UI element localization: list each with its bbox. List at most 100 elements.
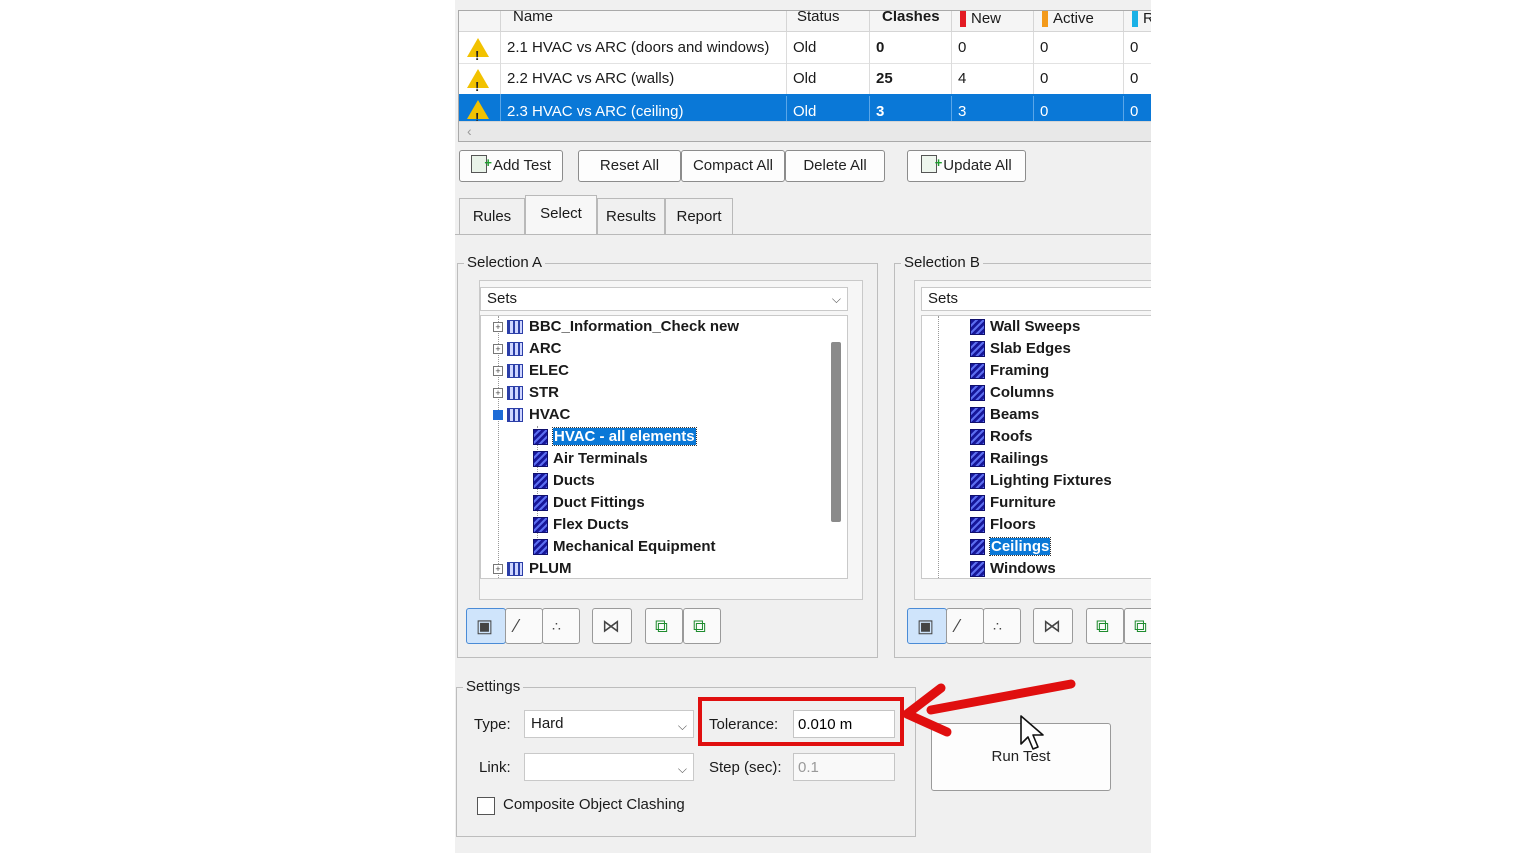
tree-node-columns[interactable]: Columns [970, 382, 1054, 404]
tree-node-bbc[interactable]: + BBC_Information_Check new [493, 316, 739, 338]
selection-set-icon [970, 539, 985, 555]
update-all-label: Update All [943, 157, 1012, 174]
selection-set-icon [970, 451, 985, 467]
update-all-button[interactable]: Update All [907, 148, 1026, 182]
use-current-selection-icon: ⧉ [655, 616, 668, 636]
tree-label: HVAC [529, 406, 571, 423]
select-in-scene-button[interactable]: ⧉ [1124, 608, 1151, 644]
test-name: 2.3 HVAC vs ARC (ceiling) [501, 96, 787, 122]
header-clashes[interactable]: Clashes [870, 11, 952, 31]
tree-label: Furniture [990, 494, 1056, 511]
header-reviewed[interactable]: R [1124, 11, 1151, 31]
composite-object-clashing-checkbox[interactable] [477, 797, 495, 815]
header-new-label: New [971, 10, 1002, 27]
header-new[interactable]: New [952, 11, 1034, 31]
select-in-scene-icon: ⧉ [693, 616, 706, 636]
tree-node-ceilings[interactable]: Ceilings [970, 536, 1052, 558]
tree-node-flex-ducts[interactable]: Flex Ducts [533, 514, 629, 536]
link-select[interactable]: ⌵ [524, 753, 694, 781]
add-test-button[interactable]: Add Test [459, 148, 563, 182]
selection-b-tree[interactable]: Wall Sweeps Slab Edges Framing Columns B… [921, 315, 1151, 579]
collapse-icon[interactable] [493, 410, 503, 420]
tree-node-lighting-fixtures[interactable]: Lighting Fixtures [970, 470, 1112, 492]
use-current-selection-button[interactable]: ⧉ [1086, 608, 1124, 644]
tree-node-ducts[interactable]: Ducts [533, 470, 595, 492]
reset-all-button[interactable]: Reset All [578, 150, 681, 182]
chevron-down-icon: ⌵ [677, 719, 687, 733]
select-points-button[interactable]: ∴ [983, 608, 1021, 644]
select-lines-button[interactable]: ⁄ [946, 608, 984, 644]
tree-node-elec[interactable]: + ELEC [493, 360, 569, 382]
select-surfaces-button[interactable]: ▣ [466, 608, 506, 644]
self-intersect-button[interactable]: ⋈ [592, 608, 632, 644]
expand-icon[interactable]: + [493, 564, 503, 574]
warning-icon-cell [459, 32, 501, 71]
table-row[interactable]: 2.2 HVAC vs ARC (walls) Old 25 4 0 0 [459, 63, 1151, 102]
selection-set-icon [970, 473, 985, 489]
warning-icon [467, 38, 489, 71]
select-lines-button[interactable]: ⁄ [505, 608, 543, 644]
tree-node-air-terminals[interactable]: Air Terminals [533, 448, 648, 470]
step-input[interactable] [793, 753, 895, 781]
tree-label: Mechanical Equipment [553, 538, 716, 555]
surfaces-icon: ▣ [476, 616, 494, 636]
test-reviewed: 0 [1124, 32, 1151, 63]
tree-node-furniture[interactable]: Furniture [970, 492, 1056, 514]
tree-node-str[interactable]: + STR [493, 382, 559, 404]
select-in-scene-button[interactable]: ⧉ [683, 608, 721, 644]
tree-node-beams[interactable]: Beams [970, 404, 1039, 426]
compact-all-button[interactable]: Compact All [681, 150, 785, 182]
vertical-scrollbar-thumb[interactable] [831, 342, 841, 522]
select-surfaces-button[interactable]: ▣ [907, 608, 947, 644]
delete-all-button[interactable]: Delete All [785, 150, 885, 182]
tree-node-duct-fittings[interactable]: Duct Fittings [533, 492, 645, 514]
tree-node-arc[interactable]: + ARC [493, 338, 562, 360]
tree-node-hvac[interactable]: HVAC [493, 404, 570, 426]
selection-a-tree[interactable]: + BBC_Information_Check new + ARC + ELEC + S… [480, 315, 848, 579]
tree-guide [938, 316, 939, 578]
header-active[interactable]: Active [1034, 11, 1124, 31]
tree-node-railings[interactable]: Railings [970, 448, 1048, 470]
tree-node-windows[interactable]: Windows [970, 558, 1056, 578]
tab-rules[interactable]: Rules [459, 198, 525, 234]
tree-node-hvac-all[interactable]: HVAC - all elements [533, 426, 697, 448]
selection-a-dropdown[interactable]: Sets ⌵ [480, 287, 848, 311]
type-select[interactable]: Hard ⌵ [524, 710, 694, 738]
settings-title: Settings [463, 678, 524, 695]
tree-node-plum[interactable]: + PLUM [493, 558, 572, 578]
header-name[interactable]: Name [501, 11, 787, 31]
expand-icon[interactable]: + [493, 388, 503, 398]
annotation-arrow [902, 679, 1076, 737]
tree-node-floors[interactable]: Floors [970, 514, 1036, 536]
expand-icon[interactable]: + [493, 344, 503, 354]
scroll-left-icon[interactable]: ‹ [467, 123, 472, 139]
tree-label: Beams [990, 406, 1040, 423]
link-label: Link: [479, 759, 511, 776]
tree-node-roofs[interactable]: Roofs [970, 426, 1033, 448]
tree-node-mechanical-equipment[interactable]: Mechanical Equipment [533, 536, 716, 558]
tree-node-slab-edges[interactable]: Slab Edges [970, 338, 1071, 360]
table-row[interactable]: 2.1 HVAC vs ARC (doors and windows) Old … [459, 32, 1151, 71]
test-clashes: 3 [870, 96, 952, 122]
points-icon: ∴ [993, 618, 1002, 634]
tab-select[interactable]: Select [525, 195, 597, 235]
expand-icon[interactable]: + [493, 366, 503, 376]
test-status: Old [787, 63, 870, 94]
expand-icon[interactable]: + [493, 322, 503, 332]
header-status[interactable]: Status [787, 11, 870, 31]
selection-set-icon [507, 320, 523, 334]
self-intersect-button[interactable]: ⋈ [1033, 608, 1073, 644]
table-row-selected[interactable]: 2.3 HVAC vs ARC (ceiling) Old 3 3 0 0 [459, 94, 1151, 123]
selection-set-icon [507, 562, 523, 576]
select-points-button[interactable]: ∴ [542, 608, 580, 644]
selection-set-icon [507, 408, 523, 422]
horizontal-scrollbar[interactable]: ‹ [459, 121, 1151, 141]
tree-node-wall-sweeps[interactable]: Wall Sweeps [970, 316, 1080, 338]
tree-node-framing[interactable]: Framing [970, 360, 1049, 382]
use-current-selection-button[interactable]: ⧉ [645, 608, 683, 644]
selection-b-dropdown[interactable]: Sets [921, 287, 1151, 311]
use-current-selection-icon: ⧉ [1096, 616, 1109, 636]
tab-report[interactable]: Report [665, 198, 733, 234]
tab-results[interactable]: Results [597, 198, 665, 234]
test-status: Old [787, 96, 870, 122]
